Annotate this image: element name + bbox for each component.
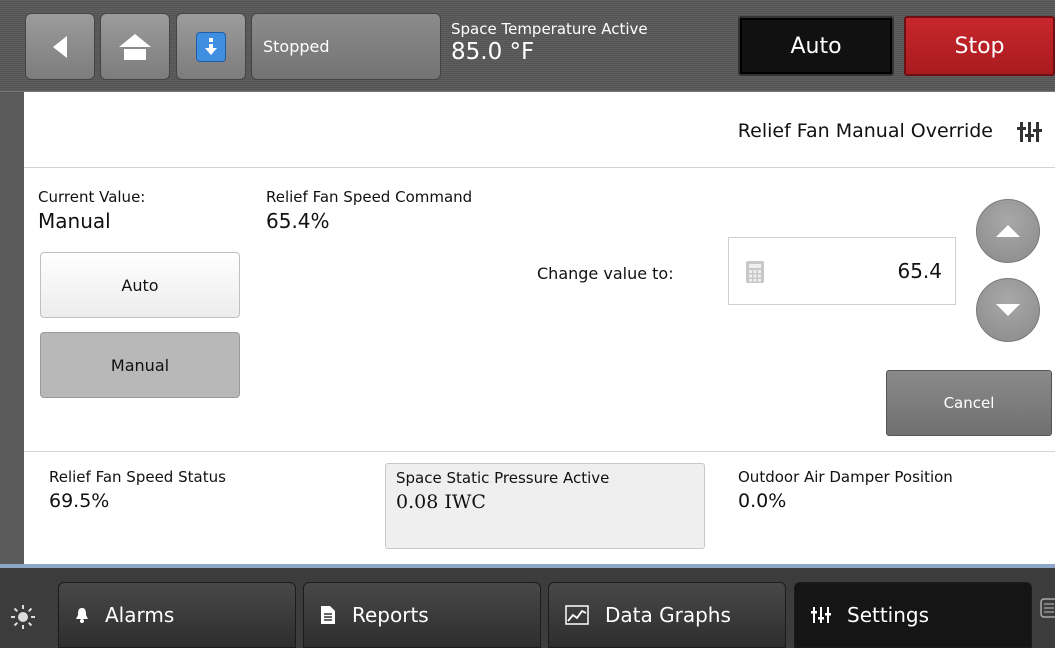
- page-title: Relief Fan Manual Override: [737, 120, 993, 142]
- tab-alarms[interactable]: Alarms: [58, 582, 296, 648]
- tab-reports[interactable]: Reports: [303, 582, 541, 648]
- tab-data-graphs-label: Data Graphs: [605, 603, 731, 627]
- chevron-down-icon: [996, 304, 1020, 316]
- sliders-icon: [1017, 122, 1042, 142]
- current-value-label: Current Value:: [38, 188, 146, 206]
- chevron-up-icon: [996, 225, 1020, 237]
- stop-button[interactable]: Stop: [904, 16, 1055, 76]
- change-value-label: Change value to:: [537, 264, 674, 283]
- graph-icon: [565, 605, 589, 625]
- calculator-icon[interactable]: [746, 261, 764, 283]
- static-pressure-card[interactable]: Space Static Pressure Active 0.08 IWC: [385, 463, 705, 549]
- sliders-icon: [811, 606, 831, 624]
- fan-speed-status-label: Relief Fan Speed Status: [49, 468, 226, 486]
- tab-settings[interactable]: Settings: [794, 582, 1032, 648]
- bottom-nav: Alarms Reports Data Graphs Settings: [0, 564, 1055, 648]
- top-bar: Stopped Space Temperature Active 85.0 °F…: [0, 0, 1055, 92]
- value-input[interactable]: 65.4: [728, 237, 956, 305]
- tab-reports-label: Reports: [352, 603, 429, 627]
- auto-mode-button[interactable]: Auto: [738, 16, 894, 76]
- damper-position: Outdoor Air Damper Position 0.0%: [738, 468, 953, 512]
- tab-settings-label: Settings: [847, 603, 930, 627]
- static-pressure-label: Space Static Pressure Active: [396, 469, 610, 487]
- divider: [24, 451, 1055, 452]
- download-button[interactable]: [176, 13, 246, 80]
- system-status-label: Stopped: [263, 37, 330, 56]
- sun-icon[interactable]: [10, 604, 36, 630]
- space-temperature-value: 85.0 °F: [451, 39, 535, 65]
- back-button[interactable]: [25, 13, 95, 80]
- message-icon[interactable]: [1040, 598, 1055, 624]
- back-arrow-icon: [53, 35, 67, 58]
- speed-command-label: Relief Fan Speed Command: [266, 188, 473, 206]
- override-header: Relief Fan Manual Override: [24, 92, 1055, 168]
- fan-speed-status-value: 69.5%: [49, 490, 110, 512]
- input-value: 65.4: [897, 259, 942, 283]
- system-status: Stopped: [251, 13, 441, 80]
- current-value: Manual: [38, 209, 111, 233]
- cancel-button[interactable]: Cancel: [886, 370, 1052, 436]
- home-button[interactable]: [100, 13, 170, 80]
- space-temperature-label: Space Temperature Active: [451, 20, 648, 38]
- damper-position-value: 0.0%: [738, 490, 787, 512]
- static-pressure-value: 0.08 IWC: [396, 491, 486, 513]
- decrement-button[interactable]: [976, 278, 1040, 342]
- document-icon: [320, 605, 336, 625]
- tab-alarms-label: Alarms: [105, 603, 175, 627]
- manual-button[interactable]: Manual: [40, 332, 240, 398]
- damper-position-label: Outdoor Air Damper Position: [738, 468, 953, 486]
- fan-speed-status: Relief Fan Speed Status 69.5%: [49, 468, 226, 512]
- auto-button[interactable]: Auto: [40, 252, 240, 318]
- speed-command-value: 65.4%: [266, 209, 330, 233]
- tab-data-graphs[interactable]: Data Graphs: [548, 582, 786, 648]
- home-icon: [119, 33, 151, 60]
- main-panel: Relief Fan Manual Override Current Value…: [12, 92, 1055, 564]
- space-temperature: Space Temperature Active 85.0 °F: [451, 20, 648, 66]
- bell-icon: [75, 607, 89, 623]
- download-icon: [196, 31, 226, 62]
- increment-button[interactable]: [976, 199, 1040, 263]
